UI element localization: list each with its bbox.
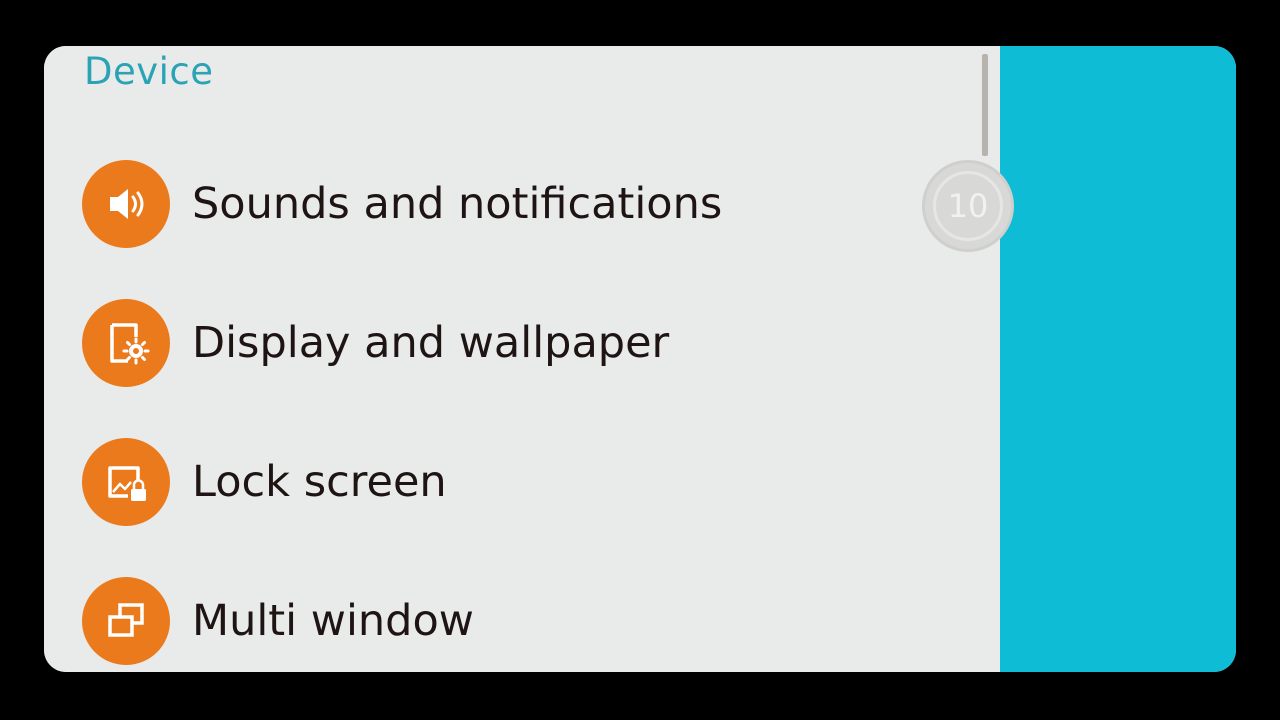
- scrollbar[interactable]: [982, 54, 988, 156]
- menu-item-label: Display and wallpaper: [192, 318, 670, 368]
- menu-item-sounds-and-notifications[interactable]: Sounds and notifications: [82, 159, 722, 249]
- side-panel: [1000, 46, 1236, 672]
- page-badge-value: 10: [933, 171, 1003, 241]
- screen-frame: Device Sounds and notifications Display …: [44, 46, 1236, 672]
- menu-item-label: Multi window: [192, 596, 474, 646]
- display-gear-icon: [82, 299, 170, 387]
- settings-panel: Device Sounds and notifications Display …: [44, 46, 1000, 672]
- menu-item-multi-window[interactable]: Multi window: [82, 576, 474, 666]
- speaker-icon: [82, 160, 170, 248]
- menu-item-label: Lock screen: [192, 457, 447, 507]
- section-header-device: Device: [84, 50, 214, 93]
- page-badge[interactable]: 10: [922, 160, 1014, 252]
- multi-window-icon: [82, 577, 170, 665]
- menu-item-lock-screen[interactable]: Lock screen: [82, 437, 447, 527]
- lock-screen-icon: [82, 438, 170, 526]
- menu-item-display-and-wallpaper[interactable]: Display and wallpaper: [82, 298, 669, 388]
- menu-item-label: Sounds and notifications: [192, 179, 723, 229]
